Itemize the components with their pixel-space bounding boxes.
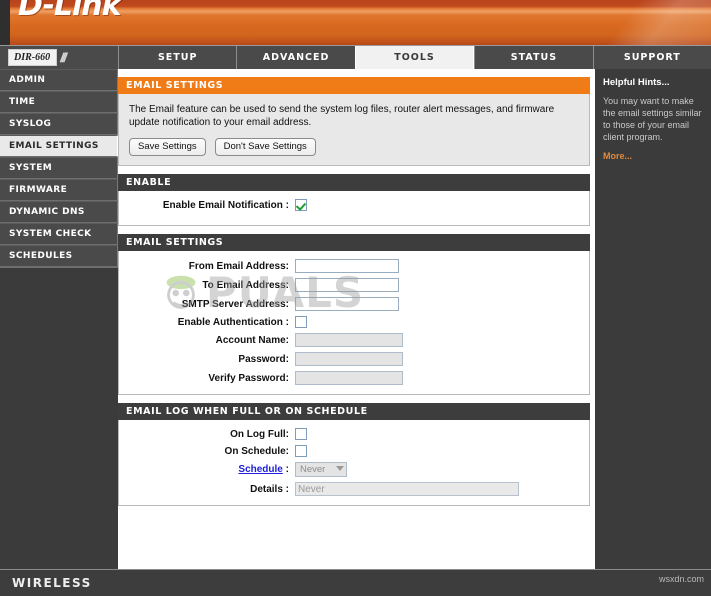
enable-notification-checkbox[interactable] xyxy=(295,199,307,211)
sidebar-filler xyxy=(0,267,118,268)
enable-panel-body: Enable Email Notification : xyxy=(118,191,590,226)
from-email-label: From Email Address: xyxy=(188,260,289,272)
account-name-label: Account Name: xyxy=(215,334,289,346)
on-log-full-checkbox[interactable] xyxy=(295,428,307,440)
verify-password-label: Verify Password: xyxy=(208,372,289,384)
site-watermark: wsxdn.com xyxy=(658,574,704,584)
account-name-input[interactable] xyxy=(295,333,403,347)
to-email-row: To Email Address: xyxy=(127,278,581,292)
chevron-down-icon xyxy=(336,466,344,471)
banner-sheen xyxy=(533,0,711,45)
email-log-panel-body: On Log Full: On Schedule: Schedule : Nev… xyxy=(118,420,590,506)
email-log-panel-title: EMAIL LOG WHEN FULL OR ON SCHEDULE xyxy=(118,403,590,420)
on-schedule-checkbox[interactable] xyxy=(295,445,307,457)
helpful-hints-more-link[interactable]: More... xyxy=(603,151,704,161)
sidebar-item-system[interactable]: SYSTEM xyxy=(0,157,118,179)
on-schedule-row: On Schedule: xyxy=(127,445,581,457)
password-row: Password: xyxy=(127,352,581,366)
email-settings-panel: EMAIL SETTINGS From Email Address: To Em… xyxy=(118,234,590,395)
intro-description: The Email feature can be used to send th… xyxy=(129,104,555,128)
sidebar-item-syslog[interactable]: SYSLOG xyxy=(0,113,118,135)
enable-panel: ENABLE Enable Email Notification : xyxy=(118,174,590,226)
sidebar-item-schedules[interactable]: SCHEDULES xyxy=(0,245,118,267)
details-row: Details : xyxy=(127,482,581,496)
schedule-link[interactable]: Schedule xyxy=(238,464,282,475)
password-label: Password: xyxy=(238,353,289,365)
save-settings-button[interactable]: Save Settings xyxy=(129,138,206,156)
main-navigation: DIR-660 /// SETUP ADVANCED TOOLS STATUS … xyxy=(0,45,711,69)
smtp-server-row: SMTP Server Address: xyxy=(127,297,581,311)
verify-password-row: Verify Password: xyxy=(127,371,581,385)
dont-save-settings-button[interactable]: Don't Save Settings xyxy=(214,138,316,156)
schedule-colon: : xyxy=(285,464,289,475)
router-admin-page: D-Link DIR-660 /// SETUP ADVANCED TOOLS … xyxy=(0,0,711,596)
sidebar-item-email-settings[interactable]: EMAIL SETTINGS xyxy=(0,135,118,157)
email-settings-panel-body: From Email Address: To Email Address: SM… xyxy=(118,251,590,395)
enable-notification-label: Enable Email Notification : xyxy=(162,199,289,211)
on-log-full-label: On Log Full: xyxy=(230,428,289,440)
tab-tools[interactable]: TOOLS xyxy=(354,46,475,69)
on-log-full-row: On Log Full: xyxy=(127,428,581,440)
email-settings-intro-panel: EMAIL SETTINGS The Email feature can be … xyxy=(118,77,590,166)
sidebar-item-time[interactable]: TIME xyxy=(0,91,118,113)
sidebar: ADMIN TIME SYSLOG EMAIL SETTINGS SYSTEM … xyxy=(0,69,118,569)
tab-advanced[interactable]: ADVANCED xyxy=(236,46,355,69)
tab-status[interactable]: STATUS xyxy=(474,46,593,69)
model-name: DIR-660 xyxy=(8,49,58,66)
to-email-input[interactable] xyxy=(295,278,399,292)
page-footer: WIRELESS wsxdn.com xyxy=(0,569,711,596)
smtp-server-input[interactable] xyxy=(295,297,399,311)
email-settings-panel-title: EMAIL SETTINGS xyxy=(118,234,590,251)
brand-banner: D-Link xyxy=(0,0,711,45)
schedule-select[interactable]: Never xyxy=(295,462,347,477)
enable-panel-title: ENABLE xyxy=(118,174,590,191)
details-label: Details : xyxy=(250,483,289,495)
email-log-panel: EMAIL LOG WHEN FULL OR ON SCHEDULE On Lo… xyxy=(118,403,590,506)
verify-password-input[interactable] xyxy=(295,371,403,385)
password-input[interactable] xyxy=(295,352,403,366)
sidebar-item-firmware[interactable]: FIRMWARE xyxy=(0,179,118,201)
enable-auth-row: Enable Authentication : xyxy=(127,316,581,328)
tab-support[interactable]: SUPPORT xyxy=(592,46,711,69)
intro-panel-title: EMAIL SETTINGS xyxy=(118,77,590,94)
from-email-row: From Email Address: xyxy=(127,259,581,273)
details-input[interactable] xyxy=(295,482,519,496)
model-badge: DIR-660 /// xyxy=(0,46,118,69)
enable-notification-row: Enable Email Notification : xyxy=(127,199,581,211)
footer-label: WIRELESS xyxy=(12,576,92,590)
banner-left-edge xyxy=(0,0,10,45)
intro-panel-body: The Email feature can be used to send th… xyxy=(118,94,590,166)
helpful-hints-panel: Helpful Hints... You may want to make th… xyxy=(595,69,711,569)
schedule-label-cell: Schedule : xyxy=(127,464,295,475)
schedule-select-value: Never xyxy=(300,464,326,475)
helpful-hints-title: Helpful Hints... xyxy=(603,77,670,88)
on-schedule-label: On Schedule: xyxy=(224,445,289,457)
smtp-server-label: SMTP Server Address: xyxy=(181,298,289,310)
sidebar-item-dynamic-dns[interactable]: DYNAMIC DNS xyxy=(0,201,118,223)
enable-auth-label: Enable Authentication : xyxy=(177,316,289,328)
sidebar-item-admin[interactable]: ADMIN xyxy=(0,69,118,91)
tab-setup[interactable]: SETUP xyxy=(118,46,237,69)
enable-auth-checkbox[interactable] xyxy=(295,316,307,328)
intro-button-row: Save Settings Don't Save Settings xyxy=(129,138,581,156)
decorative-slashes: /// xyxy=(60,50,67,65)
dlink-logo: D-Link xyxy=(18,0,122,23)
helpful-hints-body: You may want to make the email settings … xyxy=(603,96,702,142)
account-name-row: Account Name: xyxy=(127,333,581,347)
from-email-input[interactable] xyxy=(295,259,399,273)
schedule-row: Schedule : Never xyxy=(127,462,581,477)
page-body: ADMIN TIME SYSLOG EMAIL SETTINGS SYSTEM … xyxy=(0,69,711,569)
main-content: EMAIL SETTINGS The Email feature can be … xyxy=(118,69,595,569)
sidebar-item-system-check[interactable]: SYSTEM CHECK xyxy=(0,223,118,245)
to-email-label: To Email Address: xyxy=(202,279,289,291)
